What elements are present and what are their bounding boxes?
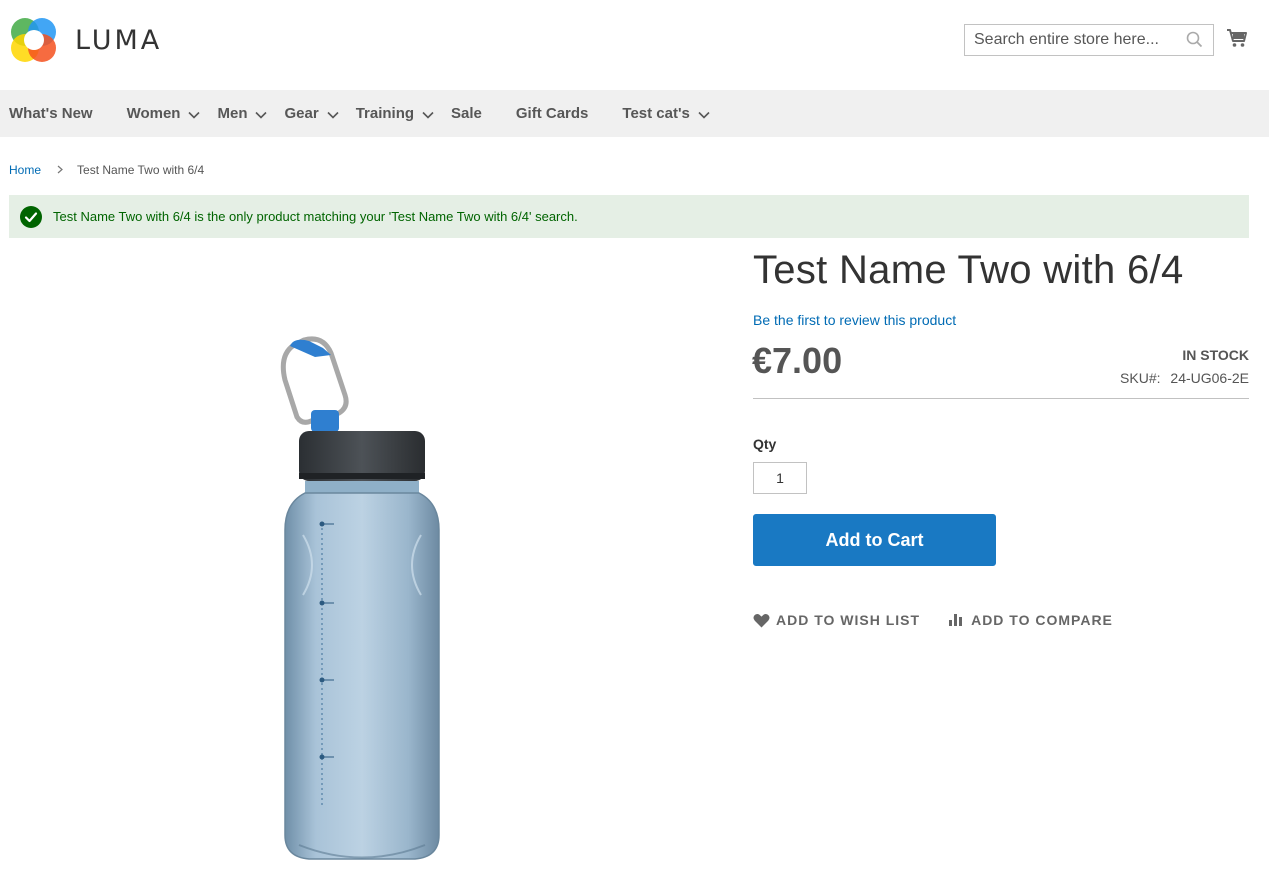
compare-label: ADD TO COMPARE bbox=[971, 612, 1113, 628]
chevron-down-icon bbox=[327, 111, 339, 119]
nav-item-label: Sale bbox=[451, 105, 482, 122]
chevron-right-icon bbox=[57, 163, 63, 177]
cart-icon[interactable] bbox=[1226, 27, 1248, 54]
add-to-wishlist-link[interactable]: ADD TO WISH LIST bbox=[753, 612, 920, 628]
nav-item-label: Gift Cards bbox=[515, 105, 589, 122]
nav-item-gift-cards[interactable]: Gift Cards bbox=[516, 90, 589, 137]
product-title: Test Name Two with 6/4 bbox=[753, 248, 1184, 292]
water-bottle-image bbox=[280, 336, 440, 860]
nav-item-gear[interactable]: Gear bbox=[284, 90, 339, 137]
nav-item-label: Men bbox=[217, 105, 248, 122]
product-actions: ADD TO WISH LIST ADD TO COMPARE bbox=[753, 612, 1113, 628]
chevron-down-icon bbox=[188, 111, 201, 119]
product-price: €7.00 bbox=[752, 340, 843, 381]
chevron-down-icon bbox=[255, 111, 268, 119]
search-input[interactable] bbox=[965, 25, 1175, 55]
logo[interactable]: LUMA bbox=[9, 15, 162, 65]
qty-input[interactable] bbox=[753, 462, 807, 494]
success-message-text: Test Name Two with 6/4 is the only produ… bbox=[53, 209, 578, 224]
stock-status: IN STOCK bbox=[1182, 347, 1249, 363]
search-box bbox=[964, 24, 1214, 56]
sku-label: SKU#: bbox=[1120, 370, 1161, 386]
wishlist-label: ADD TO WISH LIST bbox=[776, 612, 921, 628]
nav-item-label: Test cat's bbox=[622, 105, 690, 122]
nav-item-label: What's New bbox=[9, 105, 93, 122]
main-navigation: What's New Women Men Gear Training Sale … bbox=[0, 90, 1269, 137]
check-circle-icon bbox=[20, 205, 42, 228]
nav-item-whats-new[interactable]: What's New bbox=[9, 90, 93, 137]
heart-icon bbox=[753, 613, 770, 627]
page-header: LUMA bbox=[0, 0, 1269, 90]
breadcrumb: Home Test Name Two with 6/4 bbox=[9, 163, 204, 177]
product-sku: SKU#: 24-UG06-2E bbox=[1120, 370, 1249, 386]
chevron-down-icon bbox=[698, 111, 710, 119]
divider bbox=[753, 398, 1249, 399]
logo-text: LUMA bbox=[75, 24, 163, 56]
review-link[interactable]: Be the first to review this product bbox=[753, 312, 956, 328]
nav-item-label: Training bbox=[355, 105, 415, 122]
breadcrumb-home-link[interactable]: Home bbox=[9, 163, 41, 177]
nav-item-training[interactable]: Training bbox=[356, 90, 434, 137]
qty-label: Qty bbox=[753, 436, 777, 452]
nav-item-label: Gear bbox=[284, 105, 319, 122]
nav-item-men[interactable]: Men bbox=[217, 90, 268, 137]
success-message: Test Name Two with 6/4 is the only produ… bbox=[9, 195, 1249, 238]
nav-item-test-cats[interactable]: Test cat's bbox=[622, 90, 710, 137]
compare-icon bbox=[949, 614, 963, 626]
nav-item-label: Women bbox=[126, 105, 181, 122]
add-to-compare-link[interactable]: ADD TO COMPARE bbox=[948, 612, 1113, 628]
chevron-down-icon bbox=[422, 111, 434, 119]
breadcrumb-current: Test Name Two with 6/4 bbox=[77, 163, 205, 177]
add-to-cart-button[interactable]: Add to Cart bbox=[753, 514, 996, 566]
nav-item-sale[interactable]: Sale bbox=[451, 90, 482, 137]
sku-value: 24-UG06-2E bbox=[1170, 370, 1249, 386]
product-gallery[interactable] bbox=[9, 245, 729, 870]
nav-item-women[interactable]: Women bbox=[127, 90, 201, 137]
search-icon[interactable] bbox=[1186, 31, 1203, 53]
luma-logo-icon bbox=[11, 18, 56, 62]
